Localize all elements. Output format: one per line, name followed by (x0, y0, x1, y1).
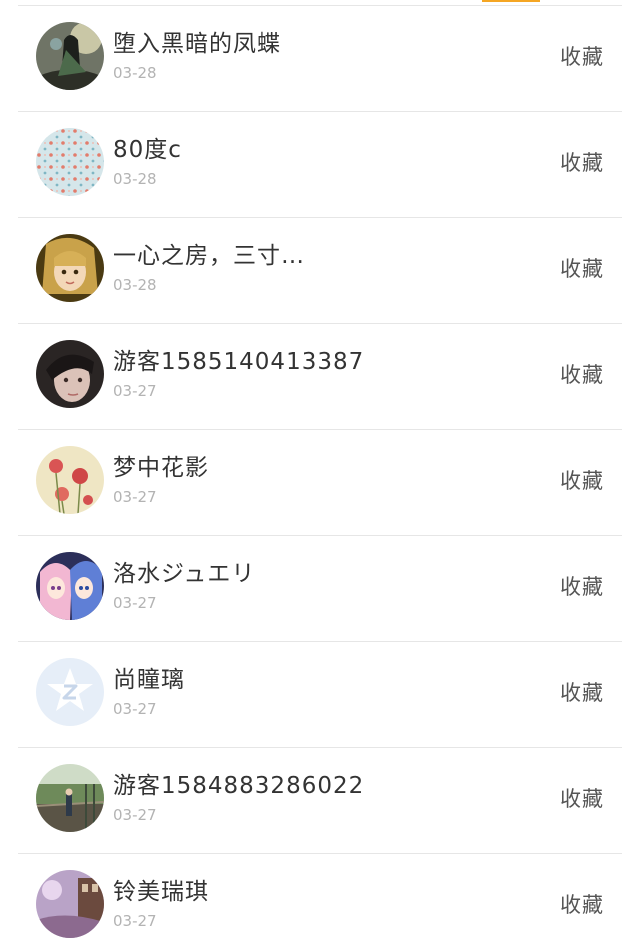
user-name: 铃美瑞琪 (113, 879, 209, 905)
list-item[interactable]: 游客1584883286022 03-27 收藏 (18, 748, 622, 854)
favorite-button[interactable]: 收藏 (560, 41, 604, 71)
item-date: 03-28 (113, 170, 157, 188)
list-item[interactable]: 铃美瑞琪 03-27 收藏 (18, 854, 622, 951)
list-item[interactable]: 一心之房，三寸… 03-28 收藏 (18, 218, 622, 324)
item-date: 03-28 (113, 276, 157, 294)
favorite-button[interactable]: 收藏 (560, 677, 604, 707)
list-item[interactable]: 尚瞳璃 03-27 收藏 (18, 642, 622, 748)
user-name: 洛水ジュエリ (113, 561, 256, 587)
item-date: 03-27 (113, 700, 157, 718)
avatar-qq-default-icon[interactable] (36, 658, 104, 726)
avatar-portrait-icon[interactable] (36, 340, 104, 408)
list-item[interactable]: 堕入黑暗的凤蝶 03-28 收藏 (18, 6, 622, 112)
user-list: 堕入黑暗的凤蝶 03-28 收藏 80度c 03-28 收藏 一心之房，三寸… … (18, 6, 622, 951)
item-date: 03-27 (113, 488, 157, 506)
list-item[interactable]: 游客1585140413387 03-27 收藏 (18, 324, 622, 430)
avatar-doll-icon[interactable] (36, 234, 104, 302)
favorite-button[interactable]: 收藏 (560, 571, 604, 601)
user-name: 梦中花影 (113, 455, 209, 481)
user-name: 游客1585140413387 (113, 349, 365, 375)
avatar-scenery-icon[interactable] (36, 870, 104, 938)
active-tab-indicator (482, 0, 540, 2)
list-item[interactable]: 80度c 03-28 收藏 (18, 112, 622, 218)
list-item[interactable]: 洛水ジュエリ 03-27 收藏 (18, 536, 622, 642)
avatar-pattern-icon[interactable] (36, 128, 104, 196)
item-date: 03-27 (113, 912, 157, 930)
user-name: 尚瞳璃 (113, 667, 185, 693)
favorite-button[interactable]: 收藏 (560, 253, 604, 283)
avatar-landscape-icon[interactable] (36, 764, 104, 832)
item-date: 03-27 (113, 382, 157, 400)
item-date: 03-28 (113, 64, 157, 82)
favorite-button[interactable]: 收藏 (560, 359, 604, 389)
avatar-anime-icon[interactable] (36, 552, 104, 620)
avatar-flower-icon[interactable] (36, 446, 104, 514)
user-name: 一心之房，三寸… (113, 243, 305, 269)
user-name: 堕入黑暗的凤蝶 (113, 31, 281, 57)
avatar-dark-figure-icon[interactable] (36, 22, 104, 90)
favorite-button[interactable]: 收藏 (560, 783, 604, 813)
user-name: 80度c (113, 137, 182, 163)
user-name: 游客1584883286022 (113, 773, 365, 799)
favorite-button[interactable]: 收藏 (560, 889, 604, 919)
favorite-button[interactable]: 收藏 (560, 465, 604, 495)
list-item[interactable]: 梦中花影 03-27 收藏 (18, 430, 622, 536)
item-date: 03-27 (113, 594, 157, 612)
item-date: 03-27 (113, 806, 157, 824)
favorite-button[interactable]: 收藏 (560, 147, 604, 177)
user-list-page: 堕入黑暗的凤蝶 03-28 收藏 80度c 03-28 收藏 一心之房，三寸… … (0, 0, 640, 951)
